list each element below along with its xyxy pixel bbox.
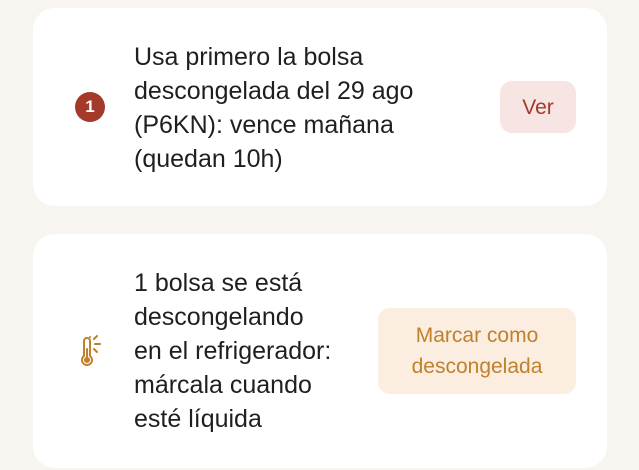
mark-as-thawed-button[interactable]: Marcar como descongelada bbox=[378, 308, 576, 394]
alert-count-number: 1 bbox=[75, 92, 105, 122]
thermometer-sun-icon bbox=[73, 334, 107, 368]
view-button[interactable]: Ver bbox=[500, 81, 576, 133]
alert-count-badge: 1 bbox=[73, 90, 107, 124]
alert-message: Usa primero la bolsa descongelada del 29… bbox=[134, 43, 414, 173]
alert-card-thawing: 1 bolsa se está descongelando en el refr… bbox=[33, 234, 607, 468]
alert-card-use-first: 1 Usa primero la bolsa descongelada del … bbox=[33, 8, 607, 206]
alert-message: 1 bolsa se está descongelando en el refr… bbox=[134, 269, 332, 433]
